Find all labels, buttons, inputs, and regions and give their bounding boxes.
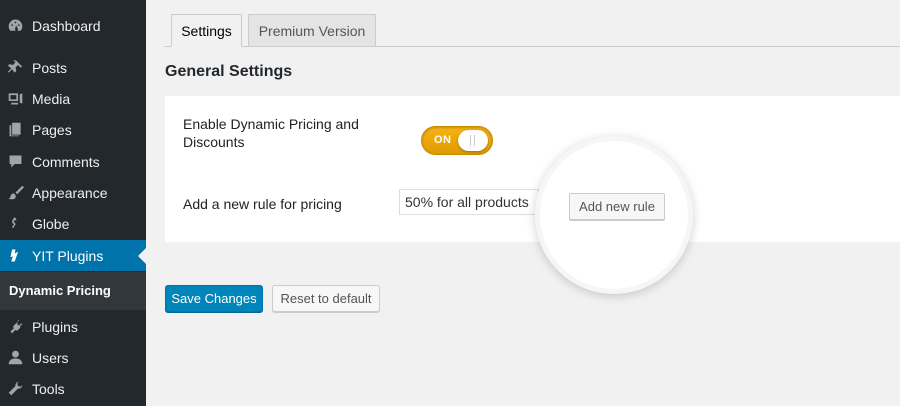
sidebar-item-comments[interactable]: Comments [0, 146, 146, 177]
reset-to-default-button[interactable]: Reset to default [272, 285, 380, 312]
dashboard-icon [6, 17, 24, 35]
globe-icon [6, 215, 24, 233]
sidebar-item-label: Plugins [32, 318, 78, 335]
toggle-knob [458, 130, 488, 151]
user-icon [6, 349, 24, 367]
pages-icon [6, 121, 24, 139]
sidebar-item-yit-plugins[interactable]: YIT Plugins [0, 240, 146, 271]
sidebar-item-label: Posts [32, 59, 68, 76]
sidebar-item-users[interactable]: Users [0, 342, 146, 373]
media-icon [6, 90, 24, 108]
sidebar-item-label: Tools [32, 380, 65, 397]
sidebar-item-label: Dashboard [32, 17, 101, 34]
sidebar-item-label: YIT Plugins [32, 247, 104, 264]
sidebar-item-label: Users [32, 349, 69, 366]
sidebar-item-label: Media [32, 90, 71, 107]
tab-bar: Settings Premium Version [164, 14, 900, 47]
rule-input[interactable] [399, 189, 539, 215]
plug-icon [6, 318, 24, 336]
tab-premium-version[interactable]: Premium Version [248, 14, 376, 47]
sidebar-item-plugins[interactable]: Plugins [0, 311, 146, 342]
yit-icon [6, 247, 24, 265]
admin-sidebar: Dashboard Posts Media Pages Comments App… [0, 0, 146, 406]
settings-panel: Enable Dynamic Pricing and Discounts ON … [165, 96, 900, 242]
sidebar-subitem-dynamic-pricing[interactable]: Dynamic Pricing [9, 283, 111, 298]
sidebar-item-tools[interactable]: Tools [0, 373, 146, 404]
save-changes-button[interactable]: Save Changes [165, 285, 263, 312]
page-title: General Settings [165, 63, 293, 80]
comments-icon [6, 153, 24, 171]
sidebar-item-globe[interactable]: Globe [0, 208, 146, 239]
sidebar-item-pages[interactable]: Pages [0, 114, 146, 145]
toggle-state-text: ON [434, 134, 452, 146]
enable-dynamic-pricing-toggle[interactable]: ON [421, 126, 493, 155]
tab-settings[interactable]: Settings [171, 14, 242, 47]
sidebar-item-label: Comments [32, 153, 100, 170]
enable-dynamic-pricing-label: Enable Dynamic Pricing and Discounts [183, 116, 359, 150]
sidebar-item-media[interactable]: Media [0, 83, 146, 114]
sidebar-item-posts[interactable]: Posts [0, 52, 146, 83]
brush-icon [6, 184, 24, 202]
sidebar-item-label: Pages [32, 121, 72, 138]
sidebar-item-dashboard[interactable]: Dashboard [0, 10, 146, 41]
sidebar-item-label: Globe [32, 215, 70, 232]
sidebar-item-appearance[interactable]: Appearance [0, 177, 146, 208]
wrench-icon [6, 380, 24, 398]
add-rule-label: Add a new rule for pricing [183, 196, 342, 212]
sidebar-submenu: Dynamic Pricing [0, 272, 146, 310]
pin-icon [6, 59, 24, 77]
add-new-rule-button[interactable]: Add new rule [569, 193, 665, 220]
sidebar-item-label: Appearance [32, 184, 108, 201]
